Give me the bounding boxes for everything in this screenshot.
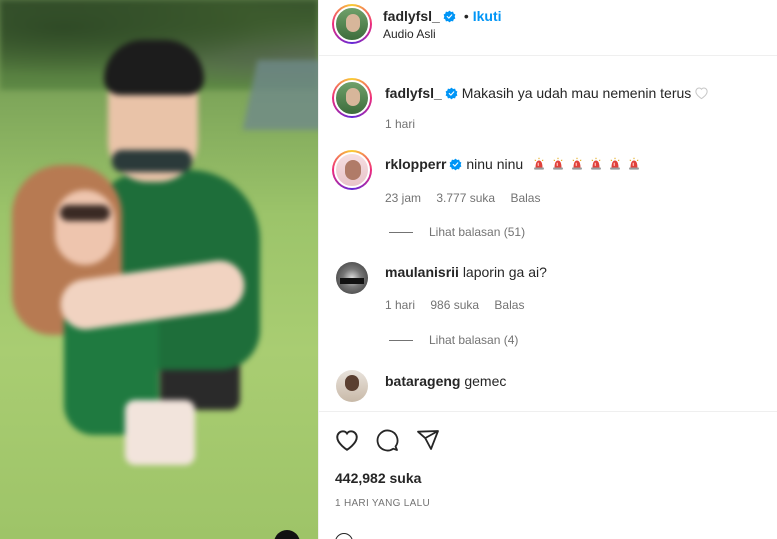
comment-avatar[interactable]: [332, 150, 372, 190]
post-photo: [0, 0, 318, 539]
police-light-emoji-row: [527, 156, 641, 172]
comment-meta: 23 jam 3.777 suka Balas: [385, 191, 552, 205]
comment-text: gemec: [464, 373, 507, 389]
comment-avatar[interactable]: [336, 262, 368, 294]
verified-badge-icon: [443, 10, 456, 23]
follow-button[interactable]: Ikuti: [473, 8, 502, 24]
share-icon[interactable]: [416, 428, 440, 452]
divider-line: [389, 339, 413, 341]
white-heart-emoji-icon: [695, 87, 708, 100]
comment: batarageng gemec: [385, 373, 506, 389]
comments-list[interactable]: fadlyfsl_ Makasih ya udah mau nemenin te…: [319, 57, 777, 411]
comment: rklopperr ninu ninu: [385, 156, 641, 172]
post-time-ago[interactable]: 1 HARI YANG LALU: [335, 498, 430, 509]
like-count[interactable]: 442,982 suka: [335, 470, 421, 486]
verified-badge-icon: [445, 87, 458, 100]
reply-button[interactable]: Balas: [510, 191, 540, 205]
comment-time[interactable]: 1 hari: [385, 117, 415, 131]
caption-avatar[interactable]: [332, 78, 372, 118]
comment-text: ninu ninu: [466, 156, 524, 172]
comment-username[interactable]: maulanisrii: [385, 264, 459, 280]
comment-likes[interactable]: 986 suka: [430, 298, 479, 312]
comment-username[interactable]: fadlyfsl_: [385, 85, 442, 101]
separator-dot: •: [463, 8, 469, 24]
comment-icon[interactable]: [375, 428, 399, 452]
comment-text: Makasih ya udah mau nemenin terus: [461, 85, 692, 101]
comment-text: laporin ga ai?: [462, 264, 547, 280]
post-actions: 442,982 suka 1 HARI YANG LALU: [319, 411, 777, 539]
author-avatar[interactable]: [332, 4, 372, 44]
view-replies-label: Lihat balasan (4): [429, 333, 519, 347]
police-light-emoji-icon: [610, 157, 620, 170]
verified-badge-icon: [450, 158, 462, 171]
comment-username[interactable]: batarageng: [385, 373, 460, 389]
audio-label[interactable]: Audio Asli: [383, 27, 436, 41]
police-light-emoji-icon: [553, 157, 563, 170]
comment-likes[interactable]: 3.777 suka: [436, 191, 495, 205]
post-media[interactable]: [0, 0, 318, 539]
comment-time[interactable]: 23 jam: [385, 191, 421, 205]
comment-time[interactable]: 1 hari: [385, 298, 415, 312]
reply-button[interactable]: Balas: [494, 298, 524, 312]
police-light-emoji-icon: [572, 157, 582, 170]
post-header: fadlyfsl_ • Ikuti Audio Asli: [319, 0, 777, 56]
view-replies-button[interactable]: Lihat balasan (4): [389, 333, 518, 347]
comment-avatar[interactable]: [336, 370, 368, 402]
police-light-emoji-icon: [629, 157, 639, 170]
view-replies-button[interactable]: Lihat balasan (51): [389, 225, 525, 239]
view-replies-label: Lihat balasan (51): [429, 225, 526, 239]
author-username[interactable]: fadlyfsl_: [383, 8, 440, 24]
police-light-emoji-icon: [591, 157, 601, 170]
comment: maulanisrii laporin ga ai?: [385, 264, 547, 280]
police-light-emoji-icon: [534, 157, 544, 170]
caption: fadlyfsl_ Makasih ya udah mau nemenin te…: [385, 85, 709, 101]
comment-meta: 1 hari: [385, 117, 427, 131]
heart-icon[interactable]: [334, 428, 360, 452]
comment-username[interactable]: rklopperr: [385, 156, 446, 172]
comment-meta: 1 hari 986 suka Balas: [385, 298, 536, 312]
divider-line: [389, 231, 413, 233]
post-detail-panel: fadlyfsl_ • Ikuti Audio Asli fadlyfsl_ Mak…: [318, 0, 777, 539]
